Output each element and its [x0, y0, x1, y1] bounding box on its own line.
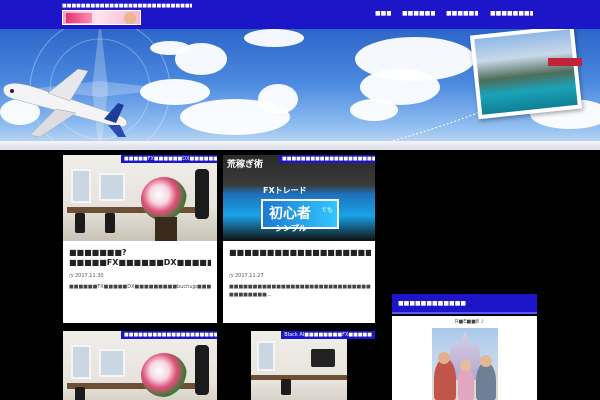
category-badge[interactable]: ■■■■■■■■■■■■■■■■■■■■■■■■■■ — [279, 155, 375, 163]
article-card-1[interactable]: ■■■■■FX■■■■■■DX■■■■■■■ ■■■■■■■?■■■■■FX■■… — [63, 155, 217, 323]
site-description: ■■■■■■■■■■■■■■■■■■■■■■■■■■■■■■■■■■■■■■■■… — [62, 3, 192, 9]
postcard-lake-photo — [469, 29, 583, 120]
book-title-sub: でも — [321, 207, 334, 214]
category-badge[interactable]: Black AI■■■■■■■■FX■■■■■ — [281, 331, 375, 339]
site-logo[interactable] — [62, 10, 141, 25]
nav-item-4[interactable]: ■■■■■■■■■■■■■■■ — [490, 9, 533, 19]
logo-portrait-icon — [124, 12, 136, 24]
hero-banner — [0, 29, 600, 150]
article-date: ◷ 2017.11.30 — [69, 273, 104, 279]
category-badge[interactable]: ■■■■■■■■■■■■■■■■■■■■FX■■ — [121, 331, 217, 339]
nav-item-2[interactable]: ■■■■■■■■■■ — [402, 9, 435, 19]
flower-bouquet-icon — [141, 177, 187, 221]
clock-icon: ◷ — [229, 273, 234, 279]
article-excerpt: ■■■■■■■■■■■■■■■■■■■■■■■■■■■■■■■■■■■■■■■■… — [229, 284, 371, 298]
postage-stamp-icon — [548, 58, 582, 66]
flower-bouquet-icon — [141, 353, 187, 397]
sidebar-heading-text: ■■■■■■■■■■■■ — [398, 300, 467, 307]
article-excerpt: ■■■■■■FX■■■■■DX■■■■■■■■■buchujp■■■■■■■■■… — [69, 284, 211, 290]
article-card-4[interactable]: Black AI■■■■■■■■FX■■■■■ — [223, 331, 375, 400]
sidebar-widget-heading: ■■■■■■■■■■■■ — [392, 294, 537, 314]
top-navigation-bar: ■■■■■■■■■■■■■■■■■■■■■■■■■■■■ ■■■ ■■■■■■ ■■■… — [0, 0, 600, 29]
family-castle-photo[interactable] — [432, 328, 498, 400]
monitor-icon — [311, 349, 335, 367]
book-title-top: 荒稼ぎ術 — [227, 160, 264, 170]
article-card-3[interactable]: ■■■■■■■■■■■■■■■■■■■■FX■■ — [63, 331, 217, 400]
hero-divider — [0, 141, 600, 149]
sidebar-caption: R■E■■8 ♪ — [455, 319, 484, 325]
clock-icon: ◷ — [69, 273, 74, 279]
airplane-icon — [3, 69, 128, 138]
article-thumbnail[interactable]: 荒稼ぎ術 FXトレード 初心者 でも シンプル — [223, 155, 375, 241]
article-title[interactable]: ■■■■■■■?■■■■■FX■■■■■■DX■■■■■■■■■■ buchuj… — [69, 248, 211, 268]
article-card-2[interactable]: 荒稼ぎ術 FXトレード 初心者 でも シンプル ■■■■■■■■■■■■■■■■… — [223, 155, 375, 323]
article-thumbnail[interactable] — [251, 331, 347, 400]
category-badge[interactable]: ■■■■■FX■■■■■■DX■■■■■■■ — [121, 155, 217, 163]
logo-banner-graphic — [66, 13, 92, 23]
article-title[interactable]: ■■■■■■■■■■■■■■■■■■■■■■■■■■■■■■■■■■■■■■■■… — [229, 248, 371, 268]
article-thumbnail[interactable] — [63, 331, 217, 400]
book-title-big: 初心者 — [269, 206, 311, 222]
book-title-mid: FXトレード — [263, 186, 307, 195]
nav-item-home[interactable]: ■■■■ — [375, 9, 391, 19]
nav-item-3[interactable]: ■■■■■■■■■ — [446, 9, 478, 19]
article-date: ◷ 2017.11.27 — [229, 273, 264, 279]
book-title-bottom: シンプル — [275, 224, 307, 233]
article-thumbnail[interactable] — [63, 155, 217, 241]
